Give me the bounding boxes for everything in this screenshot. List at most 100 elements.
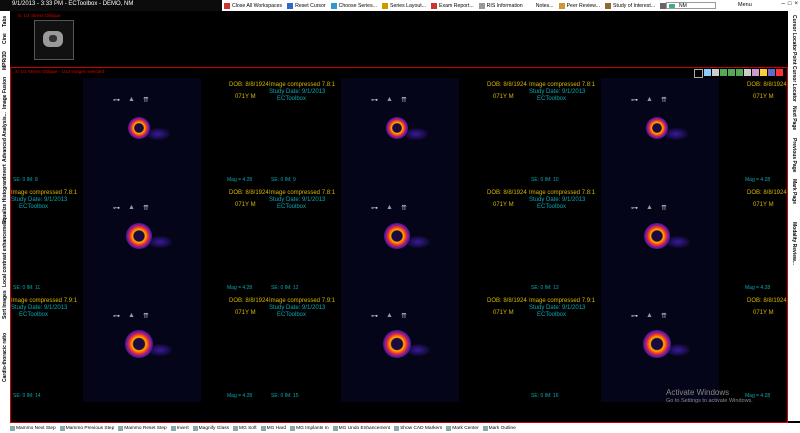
image-cell[interactable]: ⊶ ▲ ⇈ DOB: 8/8/1924 071Y M Image compressed 7… xyxy=(269,294,527,402)
save-icon[interactable] xyxy=(744,69,751,76)
image-cell[interactable]: ⊶ ▲ ⇈ DOB: 8/8/1924 071Y M Image compressed 7… xyxy=(269,78,527,186)
annotation-icons: ⊶ ▲ ⇈ xyxy=(113,204,149,212)
toolbar-button-7[interactable]: Peer Review... xyxy=(558,2,600,9)
image-tool-icon[interactable]: ⇈ xyxy=(143,204,149,212)
toolbar-button-6[interactable]: Notes... xyxy=(527,2,554,9)
key-icon[interactable]: ⊶ xyxy=(631,312,638,320)
right-tab-4[interactable]: Mark Page xyxy=(789,177,799,207)
image-tool-icon[interactable]: ⇈ xyxy=(401,204,407,212)
left-tab-2[interactable]: MPR/3D xyxy=(0,49,10,73)
toolbar-button-4[interactable]: Exam Report... xyxy=(431,2,474,9)
minimize-button[interactable]: – xyxy=(782,1,785,7)
annotation-icons: ⊶ ▲ ⇈ xyxy=(631,96,667,104)
dob-label: DOB: 8/8/1924 xyxy=(747,298,787,304)
image-cell[interactable]: ⊶ ▲ ⇈ DOB: 8/8/1924 071Y M Image compressed 7… xyxy=(529,78,787,186)
status-button-label: MG Hard xyxy=(266,425,287,431)
layout-grid-icon[interactable] xyxy=(720,69,727,76)
toolbar-button-8[interactable]: Study of Interest... xyxy=(605,2,655,9)
image-cell[interactable]: ⊶ ▲ ⇈ DOB: 8/8/1924 071Y M Image compressed 7… xyxy=(11,294,269,402)
left-tab-0[interactable]: Tabs xyxy=(0,13,10,29)
left-tab-5[interactable]: Invert xyxy=(0,163,10,179)
export-icon[interactable] xyxy=(752,69,759,76)
status-button-9[interactable]: Show CAD Markers xyxy=(394,425,442,431)
warning-icon[interactable]: ▲ xyxy=(128,312,135,320)
layout-grid-2-icon[interactable] xyxy=(728,69,735,76)
toolbar-button-5[interactable]: RIS Information xyxy=(478,2,523,9)
age-sex-label: 071Y M xyxy=(493,202,514,208)
image-tool-icon[interactable]: ⇈ xyxy=(143,312,149,320)
toolbar-button-2[interactable]: Choose Series... xyxy=(330,2,377,9)
study-icon xyxy=(605,2,612,9)
left-tab-8[interactable]: Sort Images xyxy=(0,285,10,325)
image-cell[interactable]: ⊶ ▲ ⇈ DOB: 8/8/1924 071Y M Image compressed 7… xyxy=(529,186,787,294)
image-viewer[interactable]: S: 1/1 Stress Oblique - 1/12 images sele… xyxy=(10,67,788,423)
image-tool-icon[interactable]: ⇈ xyxy=(661,96,667,104)
image-cell[interactable]: ⊶ ▲ ⇈ DOB: 8/8/1924 071Y M Image compressed 7… xyxy=(529,294,787,402)
key-icon[interactable]: ⊶ xyxy=(371,312,378,320)
right-tab-0[interactable]: Cursor Locator xyxy=(789,15,799,51)
toolbar-button-1[interactable]: Reset Cursor xyxy=(287,2,326,9)
close-viewer-icon[interactable] xyxy=(776,69,783,76)
status-button-6[interactable]: MG Hard xyxy=(260,425,287,431)
status-button-1[interactable]: Mammo Previous Step xyxy=(59,425,114,431)
key-icon[interactable]: ⊶ xyxy=(113,96,120,104)
close-button[interactable]: × xyxy=(794,1,798,7)
image-cell[interactable]: ⊶ ▲ ⇈ DOB: 8/8/1924 071Y M Image compressed 7… xyxy=(11,186,269,294)
series-thumbnail[interactable] xyxy=(34,20,74,60)
warning-icon[interactable]: ▲ xyxy=(646,204,653,212)
right-tab-2[interactable]: Next Page xyxy=(789,103,799,133)
key-icon[interactable]: ⊶ xyxy=(113,312,120,320)
compression-label: Image compressed 7.8:1 xyxy=(11,190,78,196)
right-tab-3[interactable]: Previous Page xyxy=(789,137,799,173)
image-tool-icon[interactable]: ⇈ xyxy=(661,204,667,212)
cursor-tool-icon[interactable] xyxy=(704,69,711,76)
warning-icon[interactable]: ▲ xyxy=(128,96,135,104)
status-button-0[interactable]: Mammo Next Step xyxy=(10,425,56,431)
image-tool-icon[interactable]: ⇈ xyxy=(401,312,407,320)
warning-icon[interactable]: ▲ xyxy=(386,96,393,104)
status-button-5[interactable]: MG Soft xyxy=(233,425,257,431)
status-button-7[interactable]: MG Implants In xyxy=(290,425,329,431)
image-cell[interactable]: ⊶ ▲ ⇈ DOB: 8/8/1924 071Y M Image compressed 7… xyxy=(269,186,527,294)
maximize-button[interactable]: □ xyxy=(788,1,792,7)
right-tab-5[interactable]: Modality Review... xyxy=(789,211,799,275)
zoom-tool-icon[interactable] xyxy=(712,69,719,76)
user-select[interactable]: NM xyxy=(666,2,716,9)
left-tab-3[interactable]: Image Fusion xyxy=(0,75,10,111)
status-button-11[interactable]: Mark Outline xyxy=(482,425,516,431)
key-icon[interactable]: ⊶ xyxy=(113,204,120,212)
toolbar-button-label: Reset Cursor xyxy=(295,2,326,9)
toolbar-button-0[interactable]: Close All Workspaces xyxy=(224,2,282,9)
left-tab-4[interactable]: Advanced Analysis... xyxy=(0,112,10,162)
back-arrow-icon[interactable] xyxy=(694,69,703,78)
layout-grid-3-icon[interactable] xyxy=(736,69,743,76)
status-button-2[interactable]: Mammo Reset Step xyxy=(118,425,167,431)
warning-icon[interactable]: ▲ xyxy=(646,312,653,320)
folder-icon[interactable] xyxy=(760,69,767,76)
warning-icon[interactable]: ▲ xyxy=(646,96,653,104)
status-button-8[interactable]: MG Undo Enhancement xyxy=(332,425,390,431)
left-tab-6[interactable]: Equalize Histogram xyxy=(0,178,10,224)
key-icon[interactable]: ⊶ xyxy=(631,96,638,104)
status-button-10[interactable]: Mark Center xyxy=(446,425,479,431)
window-icon[interactable] xyxy=(768,69,775,76)
menu-button[interactable]: Menu xyxy=(738,2,752,8)
warning-icon[interactable]: ▲ xyxy=(128,204,135,212)
image-cell[interactable]: ⊶ ▲ ⇈ DOB: 8/8/1924 071Y M SE: 0 IM: 8 Mag = 4… xyxy=(11,78,269,186)
warning-icon[interactable]: ▲ xyxy=(386,204,393,212)
annotation-icons: ⊶ ▲ ⇈ xyxy=(631,204,667,212)
status-button-3[interactable]: Invert xyxy=(170,425,189,431)
left-tab-7[interactable]: Local contrast enhancement xyxy=(0,219,10,287)
image-tool-icon[interactable]: ⇈ xyxy=(401,96,407,104)
toolbar-button-3[interactable]: Series Layout... xyxy=(382,2,426,9)
left-tab-9[interactable]: Cardio-thoracic ratio xyxy=(0,327,10,387)
right-tab-1[interactable]: Point Cursor Locator xyxy=(789,52,799,102)
image-tool-icon[interactable]: ⇈ xyxy=(143,96,149,104)
key-icon[interactable]: ⊶ xyxy=(371,96,378,104)
status-button-4[interactable]: Magnify Glass xyxy=(192,425,229,431)
image-tool-icon[interactable]: ⇈ xyxy=(661,312,667,320)
key-icon[interactable]: ⊶ xyxy=(631,204,638,212)
left-tab-1[interactable]: Cine xyxy=(0,31,10,47)
key-icon[interactable]: ⊶ xyxy=(371,204,378,212)
warning-icon[interactable]: ▲ xyxy=(386,312,393,320)
